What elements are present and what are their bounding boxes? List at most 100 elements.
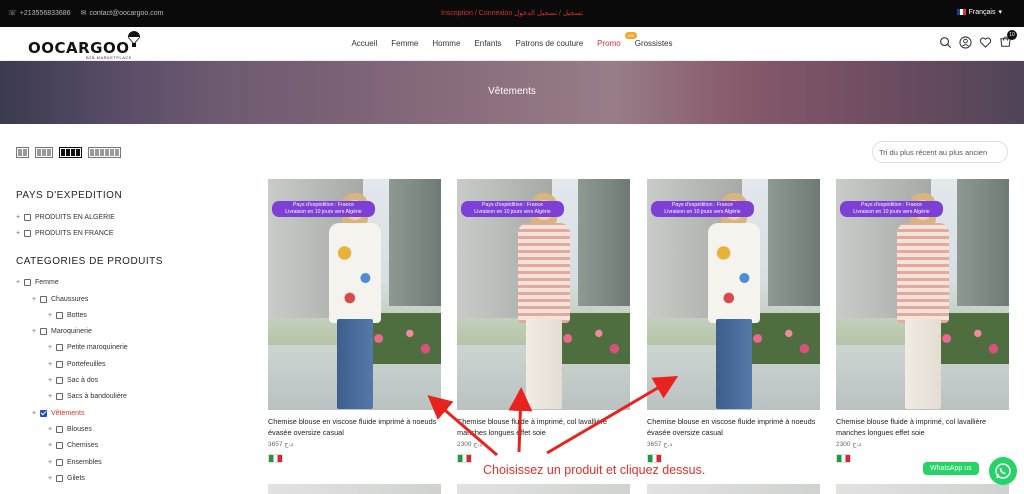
expand-icon[interactable]: + — [48, 475, 56, 482]
product-image[interactable]: Pays d'expédition : France Livraison en 1… — [268, 179, 441, 410]
product-name[interactable]: Chemise blouse fluide à imprimé, col lav… — [457, 417, 630, 438]
nav-enfants[interactable]: Enfants — [467, 39, 508, 48]
category-filter-item[interactable]: + Ensembles — [16, 454, 236, 470]
expand-icon[interactable]: + — [48, 426, 56, 433]
category-label: Gilets — [67, 474, 85, 482]
search-icon[interactable] — [939, 36, 952, 49]
product-card[interactable]: Pays d'expédition : France Livraison en 1… — [647, 179, 820, 463]
expand-icon[interactable]: + — [32, 410, 40, 417]
italy-flag-icon — [647, 454, 662, 463]
badge-line-1: Pays d'expédition : France — [672, 202, 733, 208]
shipping-filter-item[interactable]: + PRODUITS EN FRANCE — [16, 225, 236, 241]
checkbox[interactable] — [24, 229, 31, 237]
checkbox[interactable] — [24, 213, 31, 221]
badge-line-1: Pays d'expédition : France — [293, 202, 354, 208]
expand-icon[interactable]: + — [16, 214, 24, 221]
expand-icon[interactable]: + — [16, 230, 24, 237]
category-filter-item[interactable]: + Gilets — [16, 470, 236, 486]
category-filter-item[interactable]: + Chaussures — [16, 291, 236, 307]
shipping-badge: Pays d'expédition : France Livraison en 1… — [461, 201, 564, 217]
category-filter-item[interactable]: + Vêtements — [16, 405, 236, 421]
grid-view-switcher — [16, 147, 121, 158]
badge-line-2: Livraison en 10 jours vers Algérie — [853, 209, 930, 215]
product-name[interactable]: Chemise blouse en viscose fluide imprimé… — [268, 417, 441, 438]
promo-badge: 5% — [624, 32, 637, 39]
product-card[interactable]: Pays d'expédition : France Livraison en 1… — [836, 179, 1009, 463]
expand-icon[interactable]: + — [16, 279, 24, 286]
category-filter-item[interactable]: + Bottes — [16, 307, 236, 323]
nav-patrons-de-couture[interactable]: Patrons de couture — [509, 39, 591, 48]
checkbox[interactable] — [56, 458, 63, 466]
checkbox[interactable] — [56, 311, 63, 319]
view-4-columns[interactable] — [59, 147, 82, 158]
filter-sidebar: PAYS D'EXPEDITION + PRODUITS EN ALGERIE + P… — [16, 190, 236, 486]
checkbox[interactable] — [56, 442, 63, 450]
checkbox[interactable] — [40, 295, 47, 303]
cart-count: 10 — [1007, 30, 1017, 40]
language-selector[interactable]: Français ▾ — [956, 8, 1002, 16]
whatsapp-label[interactable]: WhatsApp us — [923, 462, 979, 475]
badge-line-2: Livraison en 10 jours vers Algérie — [664, 209, 741, 215]
nav-femme[interactable]: Femme — [384, 39, 425, 48]
model-figure — [512, 192, 576, 409]
view-6-columns[interactable] — [88, 147, 121, 158]
expand-icon[interactable]: + — [48, 361, 56, 368]
category-label: Chaussures — [51, 295, 89, 303]
category-filter-list: + Femme + Chaussures + Bottes + Maroquinerie + Pe… — [16, 275, 236, 487]
cart-button[interactable]: 10 — [999, 30, 1017, 49]
product-name[interactable]: Chemise blouse fluide à imprimé, col lav… — [836, 417, 1009, 438]
nav-promo-label: Promo — [597, 39, 621, 48]
category-filter-item[interactable]: + Blouses — [16, 421, 236, 437]
checkbox[interactable] — [40, 328, 47, 336]
product-image[interactable]: Pays d'expédition : France Livraison en 1… — [836, 179, 1009, 410]
model-figure — [702, 192, 766, 409]
expand-icon[interactable]: + — [48, 459, 56, 466]
product-card[interactable]: Pays d'expédition : France Livraison en 1… — [268, 179, 441, 463]
category-filter-item[interactable]: + Petite maroquinerie — [16, 340, 236, 356]
nav-grossistes[interactable]: Grossistes — [628, 39, 680, 48]
category-filter-item[interactable]: + Sac à dos — [16, 372, 236, 388]
checkbox[interactable] — [56, 344, 63, 352]
badge-line-1: Pays d'expédition : France — [482, 202, 543, 208]
expand-icon[interactable]: + — [48, 377, 56, 384]
category-label: Maroquinerie — [51, 328, 92, 336]
whatsapp-button[interactable] — [989, 457, 1017, 485]
nav-accueil[interactable]: Accueil — [344, 39, 384, 48]
expand-icon[interactable]: + — [32, 296, 40, 303]
checkbox[interactable] — [56, 393, 63, 401]
category-filter-item[interactable]: + Chemises — [16, 438, 236, 454]
product-image[interactable]: Pays d'expédition : France Livraison en 1… — [457, 179, 630, 410]
product-image[interactable]: Pays d'expédition : France Livraison en 1… — [647, 179, 820, 410]
login-link[interactable]: Inscription / Connexion تسجيل / تسجيل ال… — [0, 9, 1024, 17]
whatsapp-icon — [995, 463, 1011, 479]
sort-select[interactable]: Tri du plus récent au plus ancien — [872, 141, 1008, 163]
checkbox[interactable] — [24, 279, 31, 287]
category-filter-item[interactable]: + Portefeuilles — [16, 356, 236, 372]
checkbox[interactable] — [56, 425, 63, 433]
heart-icon[interactable] — [979, 36, 992, 49]
checkbox[interactable] — [56, 474, 63, 482]
expand-icon[interactable]: + — [48, 312, 56, 319]
expand-icon[interactable]: + — [48, 393, 56, 400]
category-filter-item[interactable]: + Sacs à bandoulière — [16, 389, 236, 405]
user-icon[interactable] — [959, 36, 972, 49]
shipping-filter-item[interactable]: + PRODUITS EN ALGERIE — [16, 209, 236, 225]
category-label: Femme — [35, 279, 59, 287]
view-3-columns[interactable] — [35, 147, 53, 158]
checkbox[interactable] — [56, 360, 63, 368]
category-filter-item[interactable]: + Maroquinerie — [16, 323, 236, 339]
view-2-columns[interactable] — [16, 147, 29, 158]
checkbox[interactable] — [40, 409, 47, 417]
product-card[interactable]: Pays d'expédition : France Livraison en 1… — [457, 179, 630, 463]
nav-homme[interactable]: Homme — [425, 39, 467, 48]
expand-icon[interactable]: + — [32, 328, 40, 335]
expand-icon[interactable]: + — [48, 442, 56, 449]
product-name[interactable]: Chemise blouse en viscose fluide imprimé… — [647, 417, 820, 438]
model-figure — [323, 192, 387, 409]
shipping-badge: Pays d'expédition : France Livraison en 1… — [651, 201, 754, 217]
checkbox[interactable] — [56, 377, 63, 385]
category-label: Petite maroquinerie — [67, 344, 128, 352]
nav-promo[interactable]: Promo 5% — [590, 32, 637, 48]
expand-icon[interactable]: + — [48, 344, 56, 351]
category-filter-item[interactable]: + Femme — [16, 275, 236, 291]
